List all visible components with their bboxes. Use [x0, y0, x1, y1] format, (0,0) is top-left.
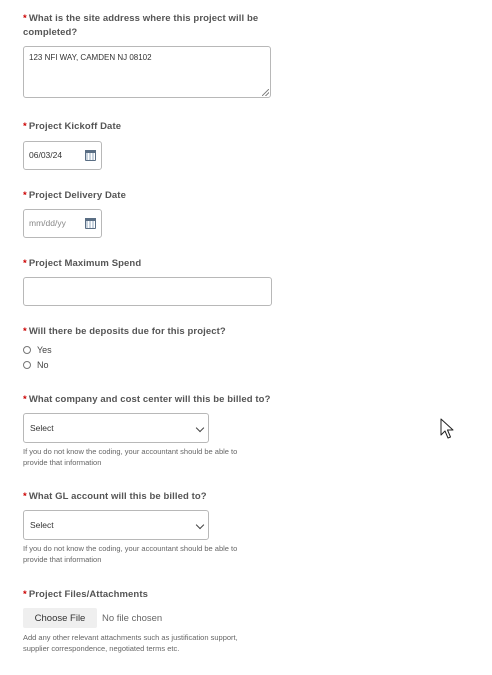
radio-button[interactable] — [23, 346, 31, 354]
calendar-icon[interactable] — [85, 150, 96, 161]
cost-center-select[interactable]: Select — [23, 413, 209, 443]
delivery-date-label: * Project Delivery Date — [23, 190, 126, 201]
site-address-value: 123 NFI WAY, CAMDEN NJ 08102 — [29, 53, 152, 62]
calendar-icon[interactable] — [85, 218, 96, 229]
attachments-help: Add any other relevant attachments such … — [23, 633, 238, 653]
delivery-date-input[interactable]: mm/dd/yy — [23, 209, 102, 238]
site-address-label: * What is the site address where this pro… — [23, 13, 259, 38]
mouse-pointer-icon — [440, 418, 454, 439]
select-value: Select — [30, 520, 54, 530]
max-spend-label: * Project Maximum Spend — [23, 258, 142, 269]
cost-center-help: If you do not know the coding, your acco… — [23, 447, 238, 467]
chevron-down-icon — [195, 423, 205, 433]
kickoff-date-label: * Project Kickoff Date — [23, 121, 122, 132]
required-marker: * — [23, 13, 27, 24]
radio-button[interactable] — [23, 361, 31, 369]
file-status-text: No file chosen — [102, 613, 163, 624]
max-spend-input[interactable] — [23, 277, 272, 306]
chevron-down-icon — [195, 520, 205, 530]
choose-file-button[interactable]: Choose File — [23, 608, 97, 628]
deposits-option-no[interactable]: No — [23, 360, 49, 370]
resize-grip-icon[interactable] — [262, 89, 269, 96]
radio-label: No — [37, 360, 49, 370]
deposits-label: * Will there be deposits due for this pro… — [23, 326, 226, 337]
gl-account-label: * What GL account will this be billed to? — [23, 491, 207, 502]
gl-account-help: If you do not know the coding, your acco… — [23, 544, 238, 564]
select-value: Select — [30, 423, 54, 433]
gl-account-select[interactable]: Select — [23, 510, 209, 540]
delivery-date-placeholder: mm/dd/yy — [29, 218, 66, 228]
kickoff-date-value: 06/03/24 — [29, 150, 63, 160]
site-address-textarea[interactable]: 123 NFI WAY, CAMDEN NJ 08102 — [23, 46, 271, 98]
cost-center-label: * What company and cost center will this … — [23, 394, 271, 405]
deposits-option-yes[interactable]: Yes — [23, 345, 52, 355]
attachments-label: * Project Files/Attachments — [23, 589, 148, 600]
kickoff-date-input[interactable]: 06/03/24 — [23, 141, 102, 170]
radio-label: Yes — [37, 345, 52, 355]
